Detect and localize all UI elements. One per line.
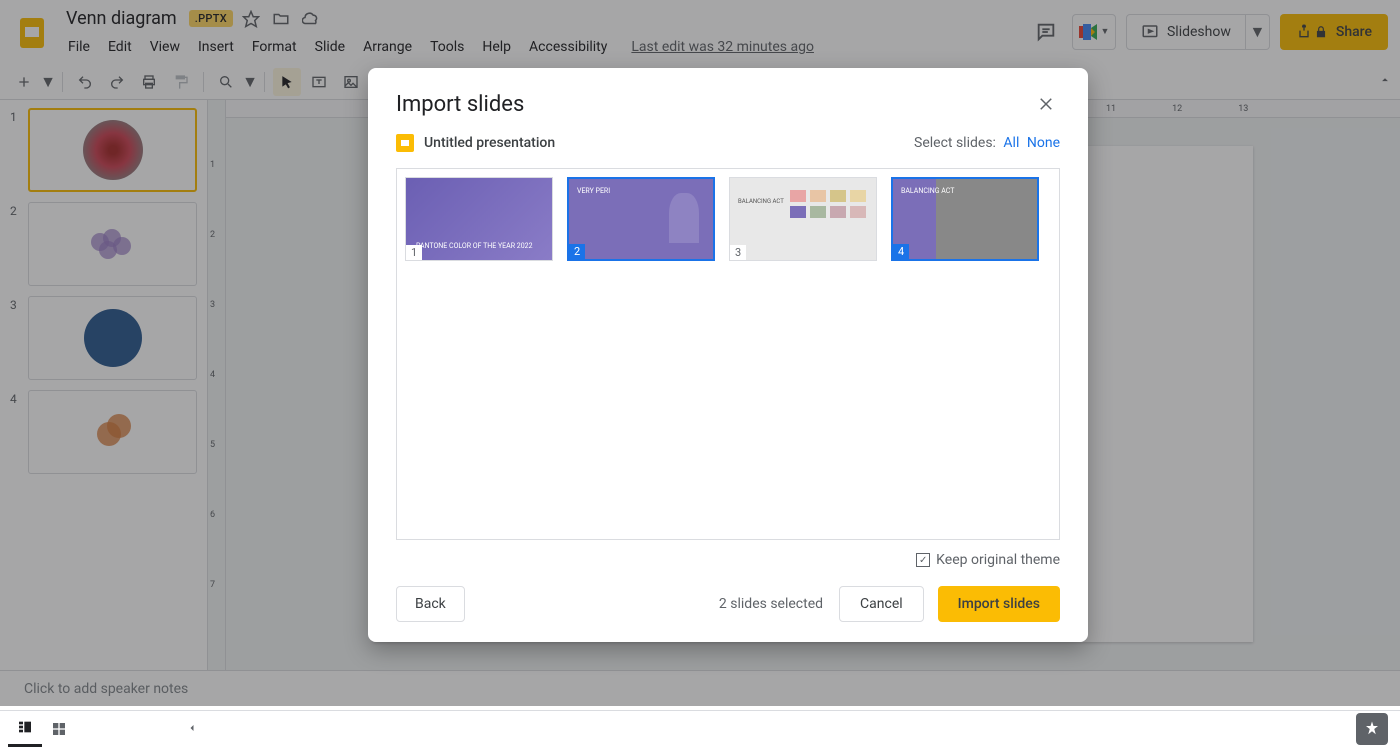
- import-button[interactable]: Import slides: [938, 586, 1060, 622]
- cancel-button[interactable]: Cancel: [839, 586, 924, 622]
- import-slides-dialog: Import slides Untitled presentation Sele…: [368, 68, 1088, 642]
- select-none-link[interactable]: None: [1027, 135, 1060, 151]
- keep-theme-label: Keep original theme: [936, 552, 1060, 568]
- import-slide-4[interactable]: BALANCING ACT 4: [891, 177, 1039, 261]
- keep-theme-checkbox[interactable]: ✓: [916, 553, 930, 567]
- import-slide-num: 1: [406, 245, 422, 260]
- import-slide-label: BALANCING ACT: [738, 198, 784, 205]
- dialog-title: Import slides: [396, 92, 1032, 117]
- back-button[interactable]: Back: [396, 586, 465, 622]
- close-icon[interactable]: [1032, 90, 1060, 118]
- import-slide-1[interactable]: PANTONE COLOR OF THE YEAR 2022 1: [405, 177, 553, 261]
- grid-view-icon[interactable]: [42, 711, 76, 747]
- import-slide-3[interactable]: BALANCING ACT 3: [729, 177, 877, 261]
- select-all-link[interactable]: All: [1003, 135, 1019, 151]
- import-slide-label: PANTONE COLOR OF THE YEAR 2022: [416, 242, 533, 250]
- bottom-bar: [0, 710, 1400, 746]
- import-slide-num: 4: [893, 244, 909, 259]
- import-slide-label: BALANCING ACT: [901, 187, 954, 195]
- presentation-icon: [396, 134, 414, 152]
- import-slide-num: 2: [569, 244, 585, 259]
- filmstrip-view-icon[interactable]: [8, 711, 42, 747]
- select-slides-label: Select slides: All None: [914, 135, 1060, 151]
- collapse-filmstrip-icon[interactable]: [186, 719, 198, 738]
- selected-count: 2 slides selected: [719, 596, 823, 612]
- explore-button[interactable]: [1356, 713, 1388, 745]
- import-slide-num: 3: [730, 245, 746, 260]
- slide-grid: PANTONE COLOR OF THE YEAR 2022 1 VERY PE…: [396, 168, 1060, 540]
- presentation-name: Untitled presentation: [424, 135, 914, 151]
- import-slide-2[interactable]: VERY PERI 2: [567, 177, 715, 261]
- import-slide-label: VERY PERI: [577, 187, 610, 195]
